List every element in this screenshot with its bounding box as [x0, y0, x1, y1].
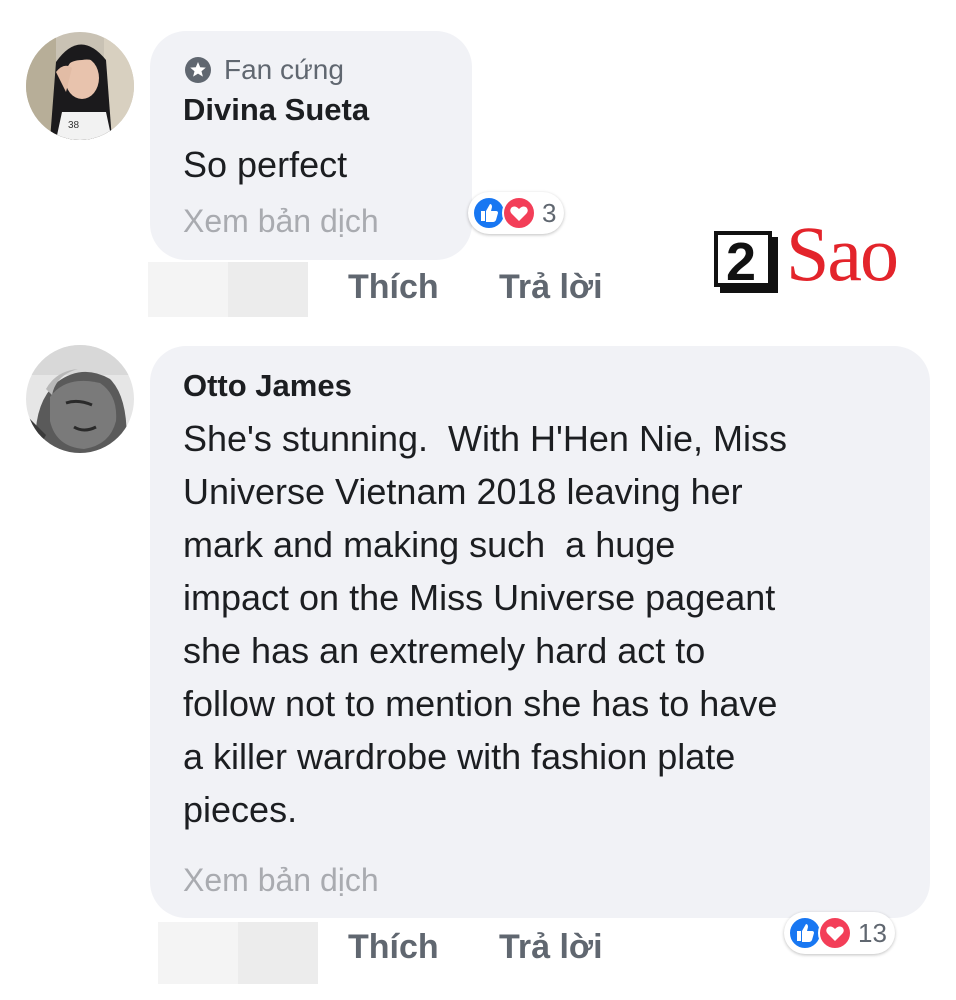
- badge-label: Fan cứng: [224, 54, 344, 85]
- reaction-count: 3: [542, 197, 557, 228]
- top-fan-badge: Fan cứng: [184, 54, 344, 86]
- love-reaction-icon: [502, 196, 536, 230]
- blurred-timestamp: [228, 262, 308, 317]
- avatar-otto[interactable]: [26, 345, 134, 453]
- comment-author[interactable]: Otto James: [183, 368, 352, 404]
- like-reaction-icon: [788, 916, 822, 950]
- logo-word: Sao: [786, 210, 899, 297]
- comment-text: So perfect: [183, 144, 348, 185]
- love-reaction-icon: [818, 916, 852, 950]
- comment-text: She's stunning. With H'Hen Nie, Miss Uni…: [183, 418, 787, 830]
- see-translation-link[interactable]: Xem bản dịch: [183, 203, 379, 240]
- reaction-count: 13: [858, 917, 887, 948]
- logo-number-box: 2: [714, 231, 772, 292]
- reaction-summary[interactable]: 13: [784, 912, 895, 954]
- see-translation-link[interactable]: Xem bản dịch: [183, 862, 379, 899]
- avatar-divina[interactable]: 38: [26, 32, 134, 140]
- reply-button[interactable]: Trả lời: [499, 928, 603, 967]
- star-badge-icon: [185, 57, 211, 83]
- reply-button[interactable]: Trả lời: [499, 268, 603, 307]
- 2sao-logo: 2 Sao: [712, 210, 902, 301]
- like-button[interactable]: Thích: [348, 268, 439, 307]
- blurred-timestamp: [148, 262, 228, 317]
- comment-author[interactable]: Divina Sueta: [183, 92, 369, 128]
- like-button[interactable]: Thích: [348, 928, 439, 967]
- svg-text:38: 38: [68, 120, 80, 131]
- blurred-timestamp: [238, 922, 318, 984]
- logo-number: 2: [726, 232, 757, 292]
- reaction-summary[interactable]: 3: [468, 192, 565, 234]
- like-reaction-icon: [472, 196, 506, 230]
- blurred-timestamp: [158, 922, 238, 984]
